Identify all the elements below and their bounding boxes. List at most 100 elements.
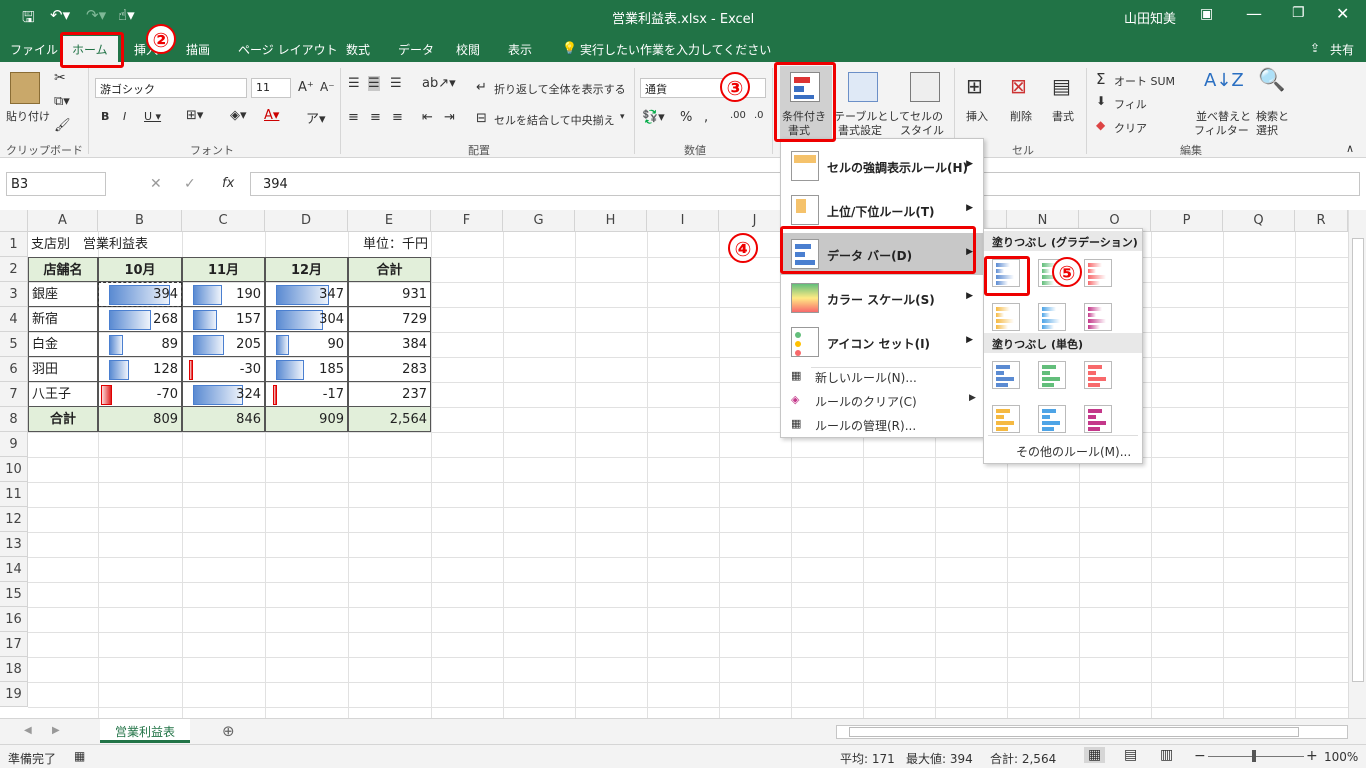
align-center-icon[interactable]: ≡	[370, 110, 381, 125]
solid-fill-swatch[interactable]	[992, 361, 1020, 389]
wrap-text-button[interactable]: 折り返して全体を表示する	[494, 81, 626, 97]
cancel-entry-icon[interactable]: ✕	[150, 176, 162, 192]
row-header[interactable]: 10	[0, 457, 28, 482]
redo-icon[interactable]: ↷▾	[86, 6, 106, 24]
save-icon[interactable]: 🖫	[22, 7, 35, 32]
font-color-icon[interactable]: A▾	[264, 108, 279, 123]
table-row-cell[interactable]: 384	[348, 332, 431, 357]
borders-icon[interactable]: ⊞▾	[186, 108, 203, 123]
tab-file[interactable]: ファイル	[10, 41, 58, 58]
underline-icon[interactable]: U ▾	[144, 110, 161, 123]
worksheet-grid[interactable]: ABCDEFGHIJKLMNOPQR 123456789101112131415…	[0, 210, 1348, 718]
row-header[interactable]: 16	[0, 607, 28, 632]
zoom-out-icon[interactable]: −	[1194, 748, 1206, 764]
font-size-select[interactable]: 11	[251, 78, 291, 98]
align-bottom-icon[interactable]: ☰	[390, 76, 402, 91]
total-row-cell[interactable]: 合計	[28, 407, 98, 432]
vertical-scrollbar[interactable]	[1348, 210, 1366, 718]
name-box[interactable]: B3	[6, 172, 106, 196]
zoom-slider-thumb[interactable]	[1252, 750, 1256, 762]
autosum-button[interactable]: オート SUM	[1114, 73, 1175, 89]
format-table-label-2[interactable]: 書式設定	[838, 122, 882, 138]
autosum-icon[interactable]: Σ	[1096, 70, 1105, 88]
italic-icon[interactable]: I	[123, 110, 126, 123]
menu-color-scales[interactable]: カラー スケール(S) ▶	[781, 277, 983, 319]
row-header[interactable]: 12	[0, 507, 28, 532]
ribbon-display-icon[interactable]: ▣	[1200, 6, 1213, 22]
row-header[interactable]: 18	[0, 657, 28, 682]
cell-a1[interactable]: 支店別 営業利益表	[28, 232, 228, 257]
table-row-cell[interactable]: 190	[182, 282, 265, 307]
select-all-corner[interactable]	[0, 210, 28, 232]
delete-cells-icon[interactable]: ⊠	[1010, 74, 1027, 98]
table-row-cell[interactable]: 羽田	[28, 357, 98, 382]
insert-cells-button[interactable]: 挿入	[966, 108, 988, 124]
table-row-cell[interactable]: 729	[348, 307, 431, 332]
table-header-cell[interactable]: 合計	[348, 257, 431, 282]
insert-function-icon[interactable]: fx	[222, 176, 234, 191]
copy-icon[interactable]: ⧉▾	[54, 94, 70, 109]
row-header[interactable]: 11	[0, 482, 28, 507]
page-layout-view-icon[interactable]: ▤	[1124, 747, 1137, 763]
find-label-2[interactable]: 選択	[1256, 122, 1278, 138]
sheet-tab-active[interactable]: 営業利益表	[100, 719, 190, 743]
tab-view[interactable]: 表示	[508, 41, 532, 58]
table-row-cell[interactable]: 八王子	[28, 382, 98, 407]
percent-icon[interactable]: %	[680, 110, 692, 125]
row-header[interactable]: 13	[0, 532, 28, 557]
gradient-fill-swatch[interactable]	[1038, 303, 1066, 331]
page-break-view-icon[interactable]: ▥	[1160, 747, 1173, 763]
decrease-indent-icon[interactable]: ⇤	[422, 110, 433, 125]
total-row-cell[interactable]: 2,564	[348, 407, 431, 432]
zoom-slider[interactable]	[1208, 756, 1304, 757]
tab-draw[interactable]: 描画	[186, 41, 210, 58]
table-row-cell[interactable]: 268	[98, 307, 182, 332]
menu-highlight-rules[interactable]: セルの強調表示ルール(H) ▶	[781, 145, 983, 187]
format-as-table-icon[interactable]	[848, 72, 878, 102]
row-header[interactable]: 9	[0, 432, 28, 457]
table-row-cell[interactable]: 90	[265, 332, 348, 357]
table-header-cell[interactable]: 10月	[98, 257, 182, 282]
solid-fill-swatch[interactable]	[1084, 405, 1112, 433]
touch-mode-icon[interactable]: ☝▾	[118, 6, 135, 24]
tab-formulas[interactable]: 数式	[346, 41, 370, 58]
align-left-icon[interactable]: ≡	[348, 110, 359, 125]
share-icon[interactable]: ⇪	[1310, 41, 1320, 55]
grow-font-icon[interactable]: A⁺	[298, 80, 314, 95]
paste-icon[interactable]	[10, 72, 40, 104]
gradient-fill-swatch[interactable]	[1084, 259, 1112, 287]
cell-e1[interactable]: 単位：千円	[348, 232, 431, 257]
table-row-cell[interactable]: -70	[98, 382, 182, 407]
share-button[interactable]: 共有	[1330, 41, 1354, 58]
bold-icon[interactable]: B	[101, 110, 109, 123]
row-header[interactable]: 1	[0, 232, 28, 257]
solid-fill-swatch[interactable]	[1038, 405, 1066, 433]
column-header[interactable]: A	[28, 210, 98, 232]
menu-clear-rules[interactable]: ルールのクリア(C)	[815, 393, 917, 410]
merge-center-button[interactable]: セルを結合して中央揃え	[494, 112, 615, 128]
decrease-decimal-icon[interactable]: .0	[754, 110, 764, 121]
zoom-level[interactable]: 100%	[1324, 750, 1358, 764]
row-header[interactable]: 4	[0, 307, 28, 332]
tab-page-layout[interactable]: ページ レイアウト	[238, 41, 338, 58]
column-header[interactable]: I	[647, 210, 719, 232]
format-painter-icon[interactable]: 🖌	[54, 118, 71, 133]
clear-icon[interactable]: ◆	[1096, 118, 1105, 132]
solid-fill-swatch[interactable]	[1038, 361, 1066, 389]
table-row-cell[interactable]: 157	[182, 307, 265, 332]
find-select-icon[interactable]: 🔍	[1258, 68, 1285, 93]
horizontal-scroll-thumb[interactable]	[849, 727, 1299, 737]
total-row-cell[interactable]: 809	[98, 407, 182, 432]
table-row-cell[interactable]: 89	[98, 332, 182, 357]
solid-fill-swatch[interactable]	[1084, 361, 1112, 389]
merge-dropdown-icon[interactable]: ▾	[620, 112, 625, 122]
comma-icon[interactable]: ,	[704, 110, 708, 125]
row-header[interactable]: 5	[0, 332, 28, 357]
macro-record-icon[interactable]: ▦	[74, 749, 85, 763]
table-row-cell[interactable]: -17	[265, 382, 348, 407]
close-icon[interactable]: ✕	[1336, 4, 1349, 23]
column-header[interactable]: H	[575, 210, 647, 232]
horizontal-scrollbar[interactable]	[836, 725, 1348, 739]
row-header[interactable]: 14	[0, 557, 28, 582]
prev-sheet-icon[interactable]: ◀	[24, 725, 32, 736]
